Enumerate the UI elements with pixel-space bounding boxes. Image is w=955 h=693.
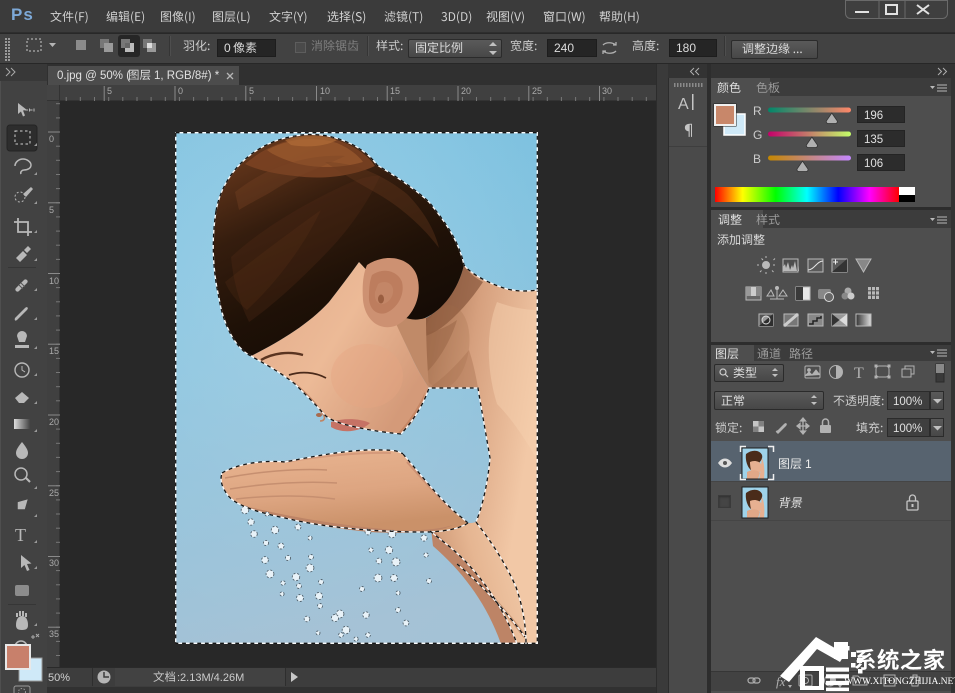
svg-text:1: 1 bbox=[805, 457, 812, 471]
svg-text:20: 20 bbox=[49, 417, 59, 427]
svg-text:100%: 100% bbox=[893, 423, 922, 435]
svg-text:0: 0 bbox=[224, 41, 231, 55]
svg-text:35: 35 bbox=[49, 629, 59, 639]
svg-text:180: 180 bbox=[676, 41, 696, 55]
svg-text:5: 5 bbox=[107, 86, 112, 96]
svg-text::2.13M/4.26M: :2.13M/4.26M bbox=[177, 672, 244, 684]
svg-text:100%: 100% bbox=[893, 396, 922, 408]
svg-text:135: 135 bbox=[864, 134, 883, 146]
svg-text:0: 0 bbox=[178, 86, 183, 96]
svg-text:T: T bbox=[15, 525, 26, 545]
svg-text:B: B bbox=[753, 152, 761, 166]
svg-text:15: 15 bbox=[49, 346, 59, 356]
svg-text:1, RGB/8#) *: 1, RGB/8#) * bbox=[154, 70, 220, 82]
svg-text:5: 5 bbox=[249, 86, 254, 96]
svg-text:25: 25 bbox=[532, 86, 542, 96]
svg-text:A: A bbox=[678, 96, 689, 113]
svg-text:50%: 50% bbox=[48, 672, 70, 684]
svg-text:0.jpg @ 50% (: 0.jpg @ 50% ( bbox=[57, 70, 130, 82]
svg-text:106: 106 bbox=[864, 158, 883, 170]
svg-text:25: 25 bbox=[49, 488, 59, 498]
svg-text:30: 30 bbox=[49, 558, 59, 568]
svg-text:196: 196 bbox=[864, 110, 883, 122]
svg-text:240: 240 bbox=[554, 41, 574, 55]
svg-text:30: 30 bbox=[602, 86, 612, 96]
svg-text:WWW.XITONGZHIJIA.NET: WWW.XITONGZHIJIA.NET bbox=[844, 676, 955, 687]
svg-text:5: 5 bbox=[49, 205, 54, 215]
svg-text:20: 20 bbox=[461, 86, 471, 96]
svg-text:T: T bbox=[854, 365, 864, 382]
svg-text:10: 10 bbox=[49, 276, 59, 286]
svg-text:15: 15 bbox=[390, 86, 400, 96]
svg-text:G: G bbox=[753, 128, 762, 142]
svg-text:10: 10 bbox=[320, 86, 330, 96]
svg-text:R: R bbox=[753, 104, 762, 118]
svg-text:0: 0 bbox=[49, 134, 54, 144]
